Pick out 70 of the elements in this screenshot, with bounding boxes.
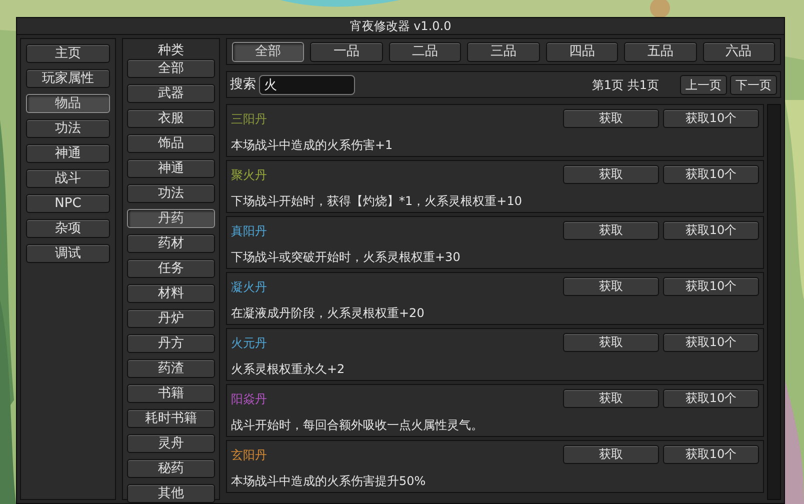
category-tab[interactable]: 任务 — [127, 259, 215, 278]
grade-tab[interactable]: 五品 — [624, 42, 697, 62]
window-title: 宵夜修改器 v1.0.0 — [17, 18, 784, 35]
category-tab[interactable]: 灵舟 — [127, 434, 215, 453]
nav-tab[interactable]: 主页 — [26, 44, 110, 63]
category-tab[interactable]: 书籍 — [127, 384, 215, 403]
category-tab[interactable]: 秘药 — [127, 459, 215, 478]
get-button[interactable]: 获取 — [563, 445, 659, 464]
nav-tab[interactable]: 杂项 — [26, 219, 110, 238]
search-label: 搜索 — [230, 76, 256, 94]
category-tab[interactable]: 材料 — [127, 284, 215, 303]
next-page-button[interactable]: 下一页 — [730, 74, 777, 94]
get-ten-button[interactable]: 获取10个 — [663, 165, 759, 184]
item-name: 三阳丹 — [231, 111, 267, 128]
get-ten-button[interactable]: 获取10个 — [663, 389, 759, 408]
item-description: 火系灵根权重永久+2 — [231, 361, 345, 378]
nav-tab[interactable]: NPC — [26, 194, 110, 213]
grade-tab[interactable]: 六品 — [702, 42, 775, 62]
item-description: 下场战斗开始时，获得【灼烧】*1，火系灵根权重+10 — [231, 193, 522, 210]
category-tab[interactable]: 药渣 — [127, 359, 215, 378]
category-tab[interactable]: 药材 — [127, 234, 215, 253]
category-heading: 种类 — [158, 44, 184, 57]
nav-tab[interactable]: 调试 — [26, 244, 110, 263]
grade-tab[interactable]: 全部 — [232, 42, 304, 62]
get-button[interactable]: 获取 — [563, 333, 659, 352]
item-description: 本场战斗中造成的火系伤害+1 — [231, 137, 393, 154]
grade-tab[interactable]: 一品 — [310, 42, 383, 62]
get-ten-button[interactable]: 获取10个 — [663, 333, 759, 352]
get-button[interactable]: 获取 — [563, 221, 659, 240]
nav-tab[interactable]: 战斗 — [26, 169, 110, 188]
previous-page-button[interactable]: 上一页 — [680, 74, 727, 94]
get-ten-button[interactable]: 获取10个 — [663, 109, 759, 128]
get-ten-button[interactable]: 获取10个 — [663, 221, 759, 240]
category-tab[interactable]: 丹炉 — [127, 309, 215, 328]
get-button[interactable]: 获取 — [563, 389, 659, 408]
nav-tab[interactable]: 功法 — [26, 119, 110, 138]
page-info: 第1页 共1页 — [592, 76, 659, 94]
search-field[interactable]: 火 — [259, 74, 355, 94]
category-tab[interactable]: 神通 — [127, 159, 215, 178]
item-name: 聚火丹 — [231, 167, 267, 184]
item-name: 玄阳丹 — [231, 447, 267, 464]
category-tab[interactable]: 全部 — [127, 59, 215, 78]
item-description: 本场战斗中造成的火系伤害提升50% — [231, 473, 426, 490]
scrollbar[interactable] — [767, 104, 781, 500]
item-name: 凝火丹 — [231, 279, 267, 296]
category-tab[interactable]: 其他 — [127, 484, 215, 503]
get-button[interactable]: 获取 — [563, 277, 659, 296]
category-tab[interactable]: 衣服 — [127, 109, 215, 128]
item-name: 火元丹 — [231, 335, 267, 352]
item-name: 真阳丹 — [231, 223, 267, 240]
nav-tab[interactable]: 玩家属性 — [26, 69, 110, 88]
category-tab[interactable]: 丹药 — [127, 209, 215, 228]
item-description: 战斗开始时，每回合额外吸收一点火属性灵气。 — [231, 417, 483, 434]
nav-tab[interactable]: 神通 — [26, 144, 110, 163]
item-description: 下场战斗或突破开始时，火系灵根权重+30 — [231, 249, 460, 266]
grade-tab[interactable]: 二品 — [388, 42, 462, 62]
grade-tab[interactable]: 四品 — [546, 42, 618, 62]
nav-tab[interactable]: 物品 — [26, 94, 110, 113]
get-button[interactable]: 获取 — [563, 165, 659, 184]
category-tab[interactable]: 丹方 — [127, 334, 215, 353]
category-tab[interactable]: 饰品 — [127, 134, 215, 153]
get-button[interactable]: 获取 — [563, 109, 659, 128]
item-description: 在凝液成丹阶段，火系灵根权重+20 — [231, 305, 424, 322]
category-tab[interactable]: 耗时书籍 — [127, 409, 215, 428]
get-ten-button[interactable]: 获取10个 — [663, 445, 759, 464]
grade-tab[interactable]: 三品 — [467, 42, 540, 62]
item-name: 阳焱丹 — [231, 391, 267, 408]
category-tab[interactable]: 武器 — [127, 84, 215, 103]
get-ten-button[interactable]: 获取10个 — [663, 277, 759, 296]
category-tab[interactable]: 功法 — [127, 184, 215, 203]
